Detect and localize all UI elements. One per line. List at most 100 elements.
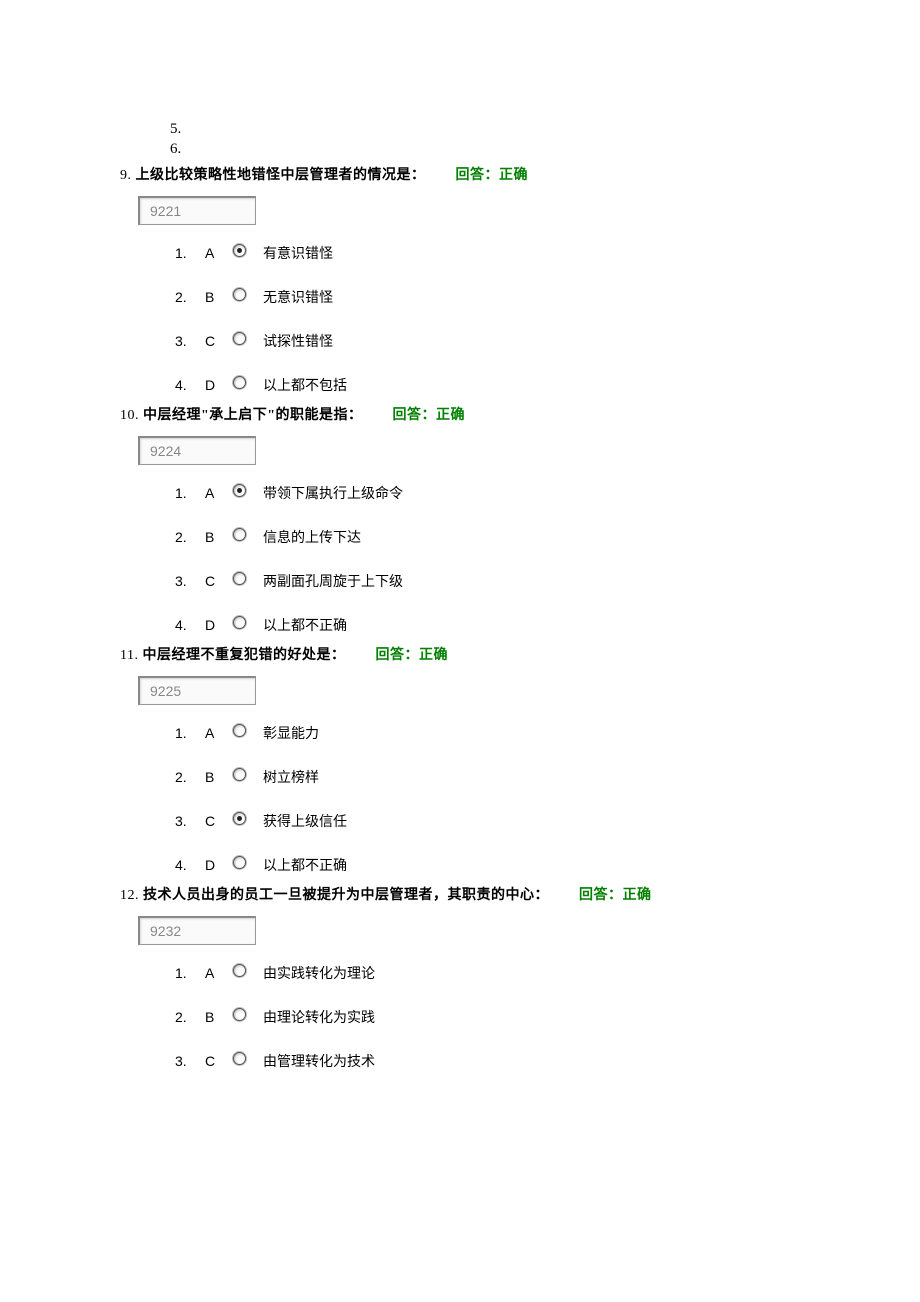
question-body: 技术人员出身的员工一旦被提升为中层管理者，其职责的中心： bbox=[143, 888, 549, 903]
answer-status: 回答：正确 bbox=[393, 408, 466, 423]
radio-wrap bbox=[233, 1008, 263, 1021]
question-id-input[interactable]: 9221 bbox=[138, 196, 256, 225]
radio-wrap bbox=[233, 812, 263, 825]
question-body: 中层经理不重复犯错的好处是： bbox=[142, 648, 345, 663]
option-text: 试探性错怪 bbox=[263, 331, 333, 351]
question-id-input[interactable]: 9224 bbox=[138, 436, 256, 465]
option-number: 3. bbox=[175, 333, 205, 349]
radio-button[interactable] bbox=[233, 964, 246, 977]
leading-item: 5. bbox=[170, 120, 800, 140]
radio-wrap bbox=[233, 724, 263, 737]
option-number: 3. bbox=[175, 573, 205, 589]
option-letter: A bbox=[205, 245, 233, 261]
option-letter: A bbox=[205, 485, 233, 501]
question-number: 9. bbox=[120, 168, 132, 183]
option-row: 3.C获得上级信任 bbox=[175, 811, 800, 831]
radio-wrap bbox=[233, 332, 263, 345]
option-text: 由理论转化为实践 bbox=[263, 1007, 375, 1027]
radio-wrap bbox=[233, 964, 263, 977]
question-text: 10. 中层经理"承上启下"的职能是指： 回答：正确 bbox=[120, 405, 800, 426]
options-list: 1.A有意识错怪2.B无意识错怪3.C试探性错怪4.D以上都不包括 bbox=[175, 243, 800, 395]
radio-button[interactable] bbox=[233, 332, 246, 345]
option-text: 带领下属执行上级命令 bbox=[263, 483, 403, 503]
option-text: 树立榜样 bbox=[263, 767, 319, 787]
option-text: 由管理转化为技术 bbox=[263, 1051, 375, 1071]
question-body: 上级比较策略性地错怪中层管理者的情况是： bbox=[136, 168, 426, 183]
option-letter: B bbox=[205, 529, 233, 545]
question-id-input[interactable]: 9225 bbox=[138, 676, 256, 705]
radio-wrap bbox=[233, 572, 263, 585]
options-list: 1.A带领下属执行上级命令2.B信息的上传下达3.C两副面孔周旋于上下级4.D以… bbox=[175, 483, 800, 635]
option-text: 信息的上传下达 bbox=[263, 527, 361, 547]
options-list: 1.A彰显能力 2.B 树立榜样 3.C获得上级信任 4.D 以上都不正确 bbox=[175, 723, 800, 875]
option-text: 无意识错怪 bbox=[263, 287, 333, 307]
option-letter: A bbox=[205, 965, 233, 981]
question-block: 12. 技术人员出身的员工一旦被提升为中层管理者，其职责的中心：回答：正确923… bbox=[120, 885, 800, 1071]
option-number: 3. bbox=[175, 1053, 205, 1069]
radio-wrap bbox=[233, 528, 263, 541]
option-number: 2. bbox=[175, 1009, 205, 1025]
option-letter: C bbox=[205, 333, 233, 349]
radio-button[interactable] bbox=[233, 244, 246, 257]
question-body: 中层经理"承上启下"的职能是指： bbox=[143, 408, 363, 423]
radio-button[interactable] bbox=[233, 812, 246, 825]
question-id-input[interactable]: 9232 bbox=[138, 916, 256, 945]
radio-button[interactable] bbox=[233, 376, 246, 389]
option-number: 1. bbox=[175, 965, 205, 981]
radio-button[interactable] bbox=[233, 484, 246, 497]
option-row: 4.D 以上都不正确 bbox=[175, 615, 800, 635]
option-letter: C bbox=[205, 813, 233, 829]
option-row: 4.D 以上都不正确 bbox=[175, 855, 800, 875]
radio-button[interactable] bbox=[233, 1008, 246, 1021]
question-text: 9. 上级比较策略性地错怪中层管理者的情况是： 回答：正确 bbox=[120, 165, 800, 186]
option-letter: D bbox=[205, 617, 233, 633]
radio-button[interactable] bbox=[233, 1052, 246, 1065]
option-row: 4.D以上都不包括 bbox=[175, 375, 800, 395]
option-row: 1.A有意识错怪 bbox=[175, 243, 800, 263]
radio-wrap bbox=[233, 244, 263, 257]
option-row: 3.C 两副面孔周旋于上下级 bbox=[175, 571, 800, 591]
option-text: 以上都不正确 bbox=[263, 855, 347, 875]
answer-status: 回答：正确 bbox=[375, 648, 448, 663]
question-text: 12. 技术人员出身的员工一旦被提升为中层管理者，其职责的中心：回答：正确 bbox=[120, 885, 800, 906]
option-number: 2. bbox=[175, 529, 205, 545]
answer-status: 回答：正确 bbox=[579, 888, 652, 903]
answer-status: 回答：正确 bbox=[456, 168, 529, 183]
options-list: 1.A 由实践转化为理论 2.B由理论转化为实践 3.C 由管理转化为技术 bbox=[175, 963, 800, 1071]
option-text: 两副面孔周旋于上下级 bbox=[263, 571, 403, 591]
option-row: 3.C 由管理转化为技术 bbox=[175, 1051, 800, 1071]
radio-button[interactable] bbox=[233, 856, 246, 869]
option-letter: D bbox=[205, 857, 233, 873]
option-number: 2. bbox=[175, 769, 205, 785]
radio-wrap bbox=[233, 856, 263, 869]
question-number: 10. bbox=[120, 408, 139, 423]
leading-list: 5. 6. bbox=[170, 120, 800, 159]
radio-button[interactable] bbox=[233, 528, 246, 541]
option-number: 1. bbox=[175, 725, 205, 741]
option-number: 4. bbox=[175, 857, 205, 873]
option-row: 1.A彰显能力 bbox=[175, 723, 800, 743]
question-number: 11. bbox=[120, 648, 138, 663]
question-text: 11. 中层经理不重复犯错的好处是： 回答：正确 bbox=[120, 645, 800, 666]
option-number: 3. bbox=[175, 813, 205, 829]
option-text: 有意识错怪 bbox=[263, 243, 333, 263]
option-letter: B bbox=[205, 769, 233, 785]
question-block: 11. 中层经理不重复犯错的好处是： 回答：正确 9225 1.A彰显能力 2.B 树立榜… bbox=[120, 645, 800, 875]
radio-button[interactable] bbox=[233, 288, 246, 301]
radio-button[interactable] bbox=[233, 724, 246, 737]
option-text: 以上都不包括 bbox=[263, 375, 347, 395]
option-letter: C bbox=[205, 1053, 233, 1069]
radio-wrap bbox=[233, 376, 263, 389]
option-text: 由实践转化为理论 bbox=[263, 963, 375, 983]
radio-wrap bbox=[233, 288, 263, 301]
radio-button[interactable] bbox=[233, 768, 246, 781]
radio-button[interactable] bbox=[233, 616, 246, 629]
option-row: 2.B由理论转化为实践 bbox=[175, 1007, 800, 1027]
radio-wrap bbox=[233, 1052, 263, 1065]
option-letter: C bbox=[205, 573, 233, 589]
option-number: 4. bbox=[175, 377, 205, 393]
option-text: 以上都不正确 bbox=[263, 615, 347, 635]
radio-button[interactable] bbox=[233, 572, 246, 585]
option-row: 2.B 树立榜样 bbox=[175, 767, 800, 787]
option-number: 4. bbox=[175, 617, 205, 633]
